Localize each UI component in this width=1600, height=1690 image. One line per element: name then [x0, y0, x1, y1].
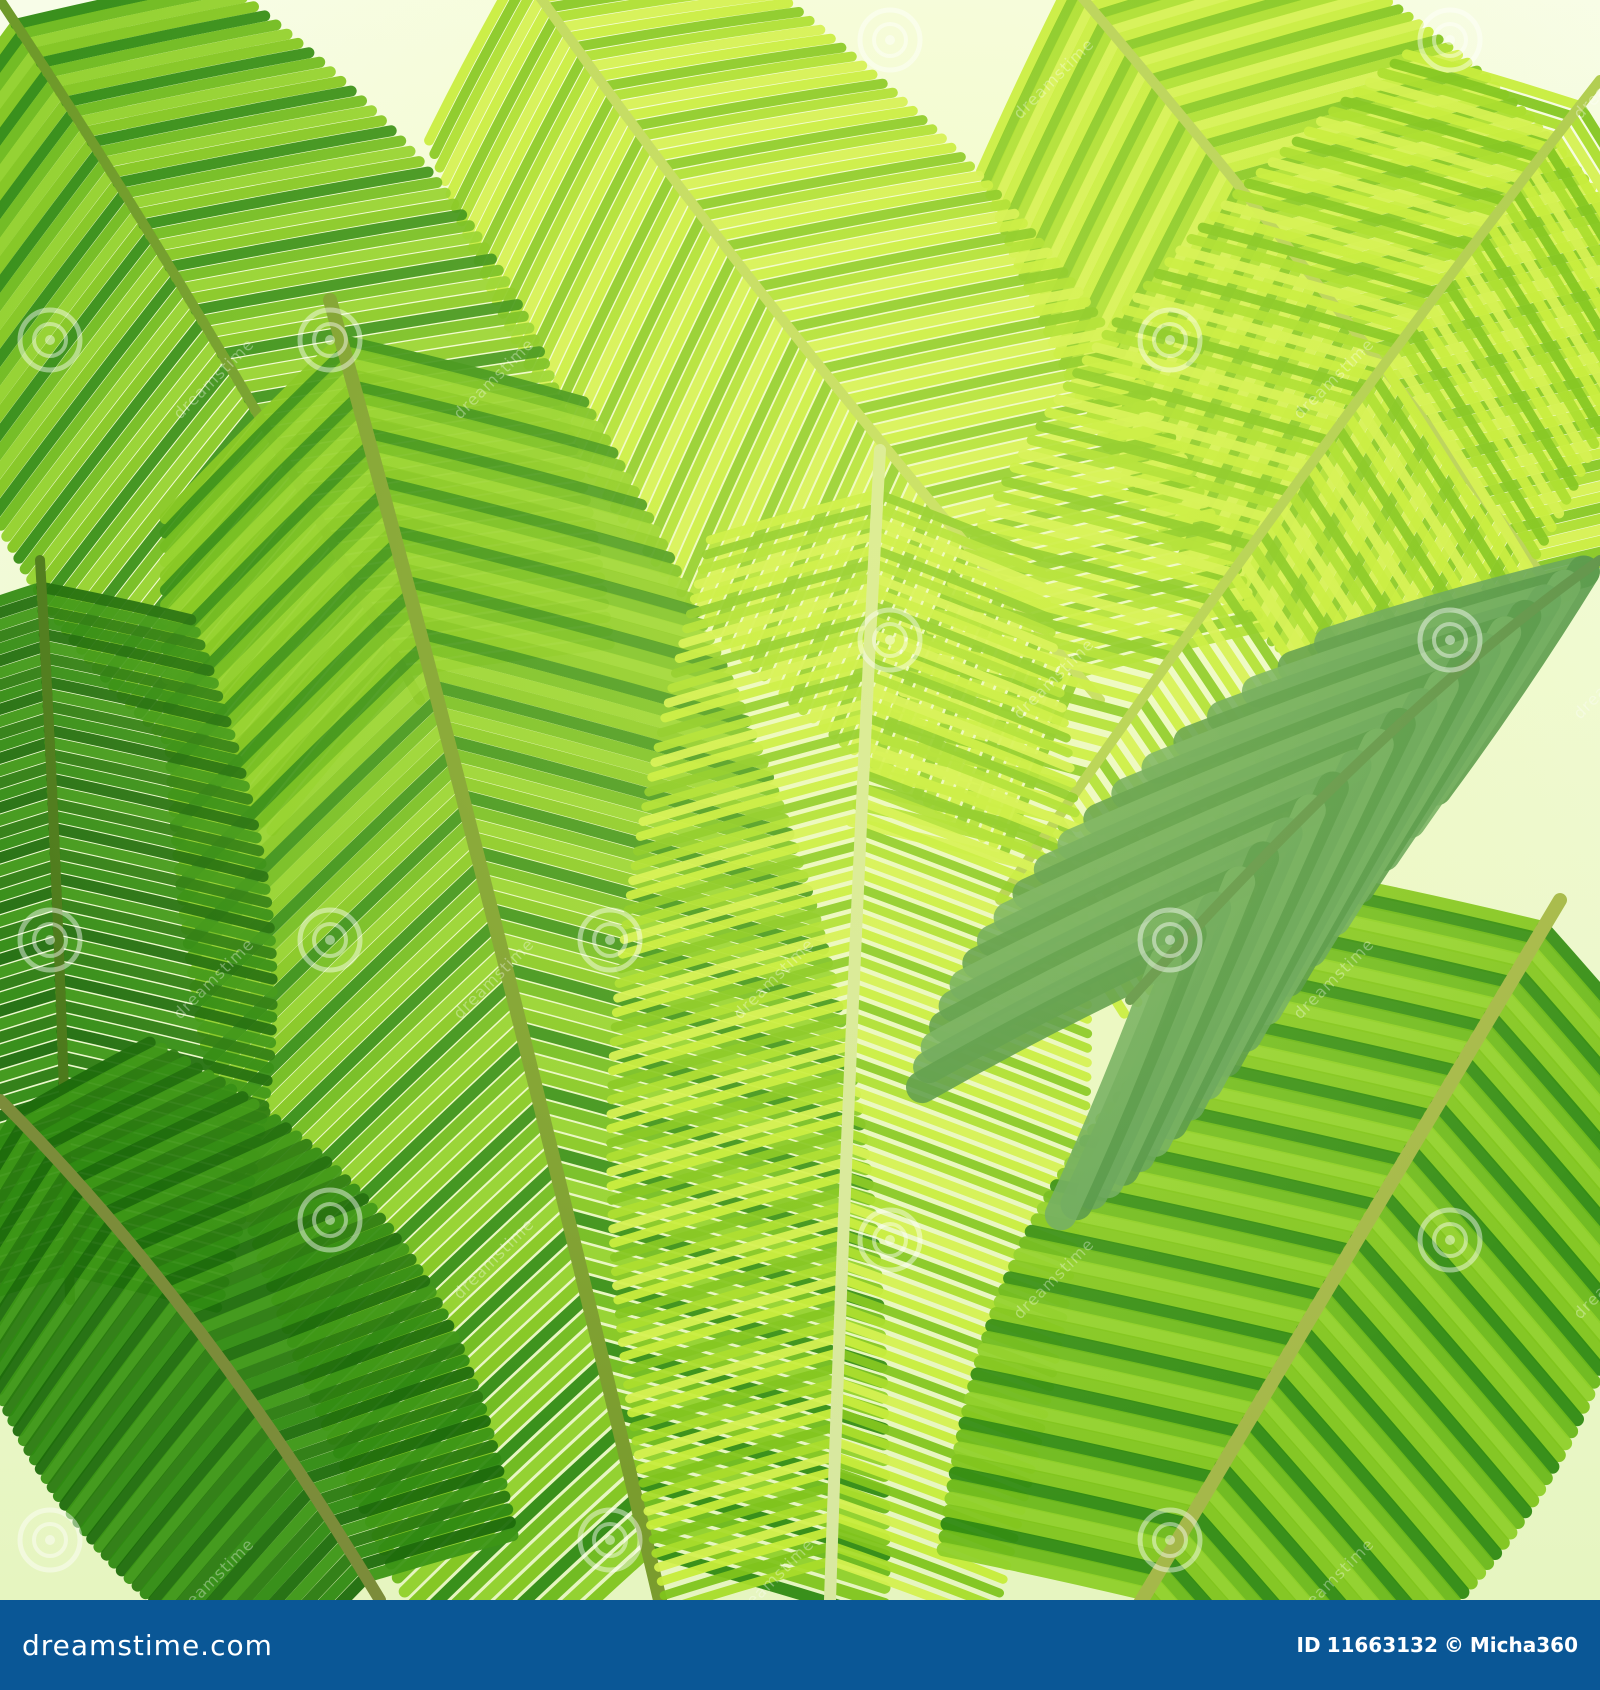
palm-fronds-photo: dreamstime dreamstime dreamstime dreamstime… [0, 0, 1600, 1600]
site-logo[interactable]: dreamstime.com [22, 1629, 273, 1662]
image-credit: ID 11663132 © Micha360 [1297, 1633, 1578, 1657]
site-name: dreamstime.com [22, 1628, 273, 1662]
footer-bar: dreamstime.com ID 11663132 © Micha360 [0, 1600, 1600, 1690]
image-id-label: ID [1296, 1633, 1321, 1657]
palm-leaves-illustration: dreamstimedreamstimedreamstimedreamstime… [0, 0, 1600, 1600]
copyright-symbol: © [1443, 1633, 1464, 1657]
image-id-value: 11663132 [1326, 1633, 1438, 1657]
author-name: Micha360 [1469, 1633, 1578, 1657]
